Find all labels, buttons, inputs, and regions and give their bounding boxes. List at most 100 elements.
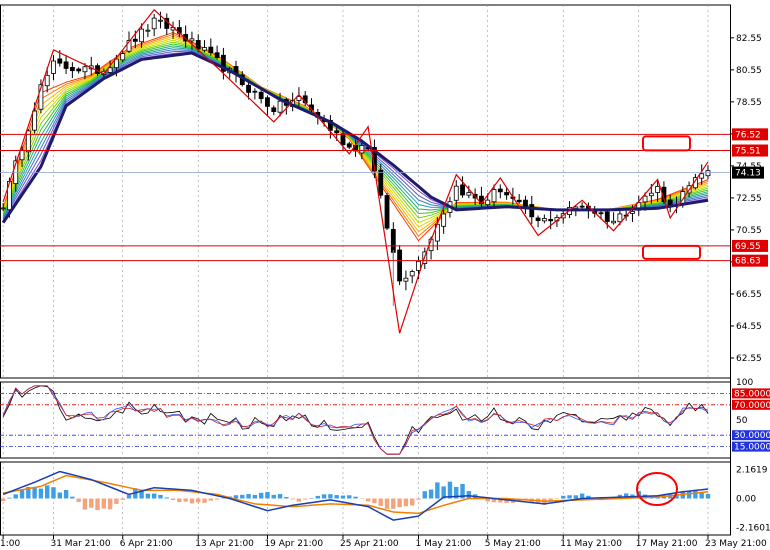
macd-histogram-bar bbox=[151, 493, 157, 499]
candle-body bbox=[453, 185, 459, 201]
macd-histogram-bar bbox=[699, 493, 704, 499]
macd-histogram-bar bbox=[561, 495, 566, 499]
price-axis: 82.5580.5578.5576.5574.5572.5570.5568.55… bbox=[730, 34, 768, 364]
candle-body bbox=[195, 40, 201, 50]
macd-histogram-bar bbox=[340, 495, 346, 499]
price-tick-label: 62.55 bbox=[736, 354, 762, 364]
time-axis: 1:00 31 Mar 21:00 6 Apr 21:00 13 Apr 21:00 1… bbox=[0, 535, 767, 549]
time-tick-label: 31 Mar 21:00 bbox=[50, 539, 110, 549]
macd-histogram-bar bbox=[19, 489, 25, 499]
macd-histogram-bar bbox=[164, 497, 169, 499]
macd-histogram-bar bbox=[265, 492, 270, 499]
candle-body bbox=[529, 204, 535, 218]
macd-histogram-bar bbox=[353, 496, 358, 499]
macd-histogram-bar bbox=[0, 498, 6, 502]
macd-histogram-bar bbox=[693, 490, 698, 499]
macd-histogram-bar bbox=[196, 498, 201, 503]
candle-body bbox=[705, 170, 711, 177]
macd-histogram-bar bbox=[284, 496, 289, 499]
candle-body bbox=[51, 60, 56, 74]
trading-chart: 82.5580.5578.5576.5574.5572.5570.5568.55… bbox=[0, 4, 770, 549]
candle-body bbox=[252, 90, 258, 93]
candle-body bbox=[491, 189, 497, 203]
candle-body bbox=[390, 228, 396, 253]
macd-histogram-bar bbox=[391, 498, 396, 509]
macd-histogram-bar bbox=[70, 496, 75, 499]
macd-histogram-bar bbox=[107, 498, 113, 510]
macd-histogram-bar bbox=[63, 489, 69, 499]
macd-histogram-bar bbox=[397, 498, 402, 508]
macd-histogram-bar bbox=[290, 498, 295, 500]
macd-histogram-bar bbox=[409, 498, 415, 506]
candle-body bbox=[541, 218, 547, 222]
macd-histogram-bar bbox=[170, 498, 176, 500]
current-price-label: 74.13 bbox=[735, 169, 761, 179]
macd-histogram-bar bbox=[177, 498, 182, 503]
macd-histogram-bar bbox=[705, 493, 711, 499]
level-label: 68.63 bbox=[735, 257, 761, 267]
candle-body bbox=[630, 210, 635, 214]
candle-body bbox=[466, 192, 472, 196]
macd-histogram-bar bbox=[321, 494, 327, 499]
time-tick-label: 25 Apr 21:00 bbox=[340, 539, 399, 549]
candle-body bbox=[346, 143, 352, 148]
macd-histogram-bar bbox=[347, 495, 352, 499]
macd-histogram-bar bbox=[378, 498, 383, 506]
level-label: 76.52 bbox=[735, 130, 761, 140]
candle-body bbox=[246, 84, 251, 93]
candle-body bbox=[648, 192, 654, 197]
time-tick-label: 19 Apr 21:00 bbox=[264, 539, 323, 549]
time-tick-label: 13 Apr 21:00 bbox=[195, 539, 254, 549]
macd-histogram-bar bbox=[365, 498, 371, 502]
candle-body bbox=[139, 28, 145, 43]
price-tick-label: 64.55 bbox=[736, 322, 762, 332]
candle-body bbox=[460, 184, 465, 196]
candle-body bbox=[57, 58, 63, 64]
macd-histogram-bar bbox=[7, 497, 12, 499]
candle-body bbox=[378, 169, 384, 196]
price-tick-label: 80.55 bbox=[736, 66, 762, 76]
macd-histogram-bar bbox=[208, 498, 214, 501]
macd-histogram-bar bbox=[233, 495, 239, 499]
candle-body bbox=[271, 107, 277, 112]
rsi-level-label: 30.0000 bbox=[734, 431, 770, 441]
macd-histogram-bar bbox=[296, 498, 302, 502]
candle-body bbox=[32, 110, 38, 131]
macd-histogram-bar bbox=[422, 491, 427, 499]
candle-body bbox=[277, 100, 283, 113]
candle-body bbox=[202, 47, 207, 51]
candle-body bbox=[416, 260, 421, 271]
candle-body bbox=[441, 213, 447, 227]
macd-histogram-bar bbox=[334, 495, 339, 499]
rsi-tick-label: 100 bbox=[736, 378, 753, 388]
time-tick-label: 1:00 bbox=[0, 539, 20, 549]
macd-histogram-bar bbox=[567, 495, 572, 499]
macd-histogram-bar bbox=[303, 498, 308, 500]
candle-body bbox=[151, 17, 157, 30]
macd-histogram-bar bbox=[252, 494, 258, 499]
candle-body bbox=[258, 91, 264, 99]
level-label: 69.55 bbox=[735, 242, 761, 252]
candle-body bbox=[208, 46, 214, 54]
candle-body bbox=[497, 188, 503, 193]
candle-body bbox=[145, 29, 151, 32]
candle-body bbox=[214, 52, 220, 58]
macd-histogram-bar bbox=[466, 491, 472, 499]
price-tick-label: 66.55 bbox=[736, 290, 762, 300]
candle-body bbox=[611, 220, 616, 224]
macd-histogram-bar bbox=[32, 487, 37, 499]
candle-body bbox=[667, 199, 673, 206]
candle-body bbox=[158, 19, 163, 22]
price-tick-label: 72.55 bbox=[736, 194, 762, 204]
candle-body bbox=[409, 271, 415, 277]
macd-histogram-bar bbox=[435, 482, 440, 499]
macd-histogram-bar bbox=[13, 494, 18, 499]
rsi-level-label: 85.0000 bbox=[734, 389, 770, 399]
macd-histogram-bar bbox=[189, 498, 195, 504]
candle-body bbox=[359, 145, 365, 154]
candle-body bbox=[384, 195, 390, 229]
macd-histogram-bar bbox=[145, 493, 151, 499]
price-grid bbox=[0, 4, 731, 536]
time-tick-label: 11 May 21:00 bbox=[560, 539, 622, 549]
macd-histogram-bar bbox=[328, 494, 333, 499]
